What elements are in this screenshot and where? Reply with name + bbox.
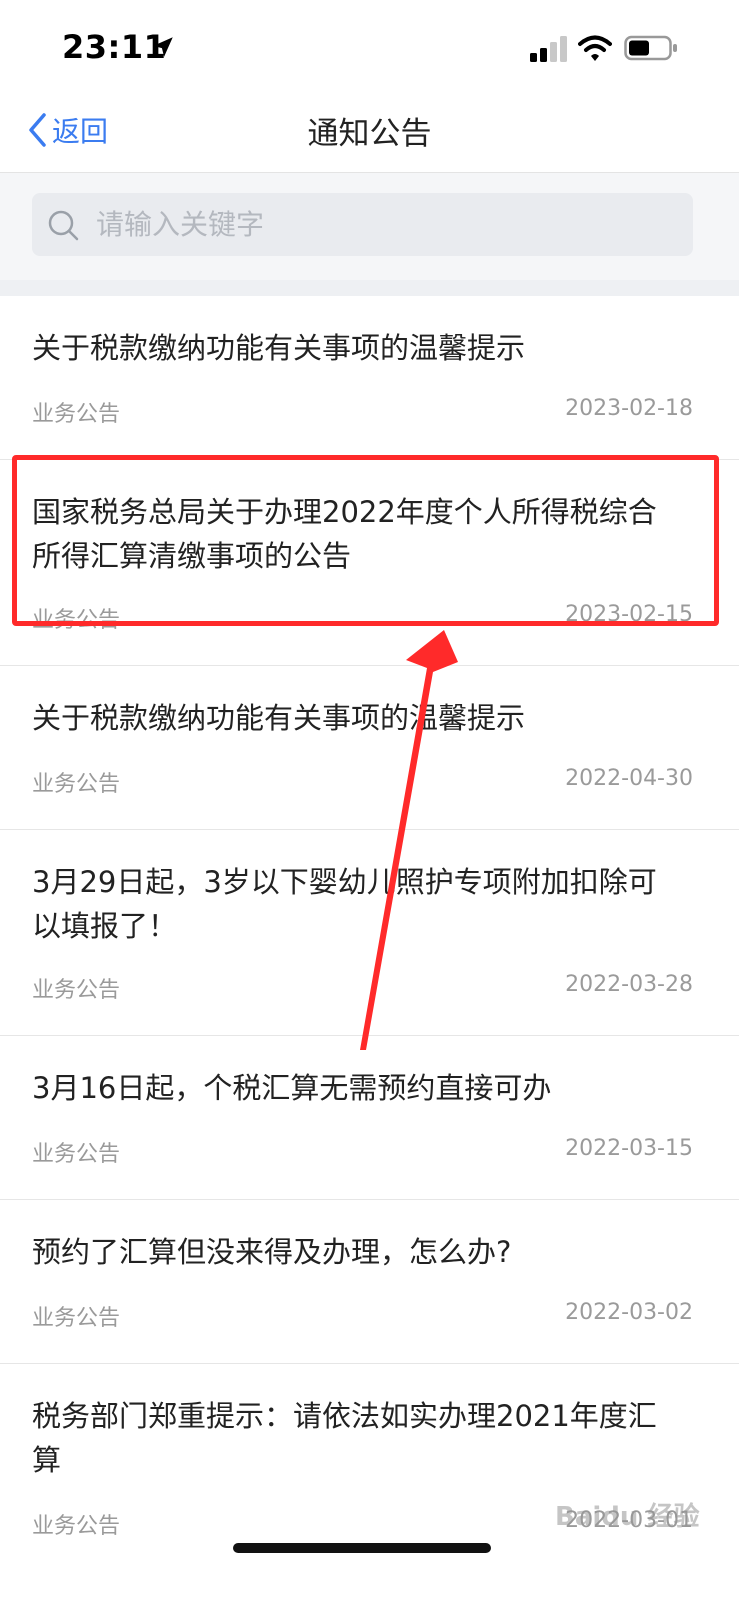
list-item[interactable]: 3月16日起，个税汇算无需预约直接可办 业务公告 2022-03-15 xyxy=(0,1036,739,1200)
notice-category: 业务公告 xyxy=(32,402,121,427)
notice-title: 3月16日起，个税汇算无需预约直接可办 xyxy=(32,1071,552,1105)
notice-title: 3月29日起，3岁以下婴幼儿照护专项附加扣除可以填报了！ xyxy=(32,865,657,943)
wifi-icon xyxy=(578,35,612,61)
list-item[interactable]: 3月29日起，3岁以下婴幼儿照护专项附加扣除可以填报了！ 业务公告 2022-0… xyxy=(0,830,739,1036)
notice-category: 业务公告 xyxy=(32,772,121,797)
status-bar: 23:11 xyxy=(0,0,739,90)
notice-category: 业务公告 xyxy=(32,608,121,633)
notice-date: 2023-02-15 xyxy=(565,602,693,627)
home-indicator[interactable] xyxy=(233,1543,491,1553)
list-item[interactable]: 关于税款缴纳功能有关事项的温馨提示 业务公告 2022-04-30 xyxy=(0,666,739,830)
list-item[interactable]: 国家税务总局关于办理2022年度个人所得税综合所得汇算清缴事项的公告 业务公告 … xyxy=(0,460,739,666)
list-item[interactable]: 税务部门郑重提示：请依法如实办理2021年度汇算 业务公告 2022-03-01 xyxy=(0,1364,739,1600)
notice-category: 业务公告 xyxy=(32,1306,121,1331)
watermark-logo: Baidu 经验 xyxy=(555,1502,700,1532)
section-divider xyxy=(0,280,739,296)
notice-date: 2022-03-15 xyxy=(565,1136,693,1161)
page-title: 通知公告 xyxy=(307,116,432,152)
list-item[interactable]: 预约了汇算但没来得及办理，怎么办? 业务公告 2022-03-02 xyxy=(0,1200,739,1364)
notice-date: 2023-02-18 xyxy=(565,396,693,421)
search-box[interactable] xyxy=(32,193,693,256)
notice-title: 关于税款缴纳功能有关事项的温馨提示 xyxy=(32,701,526,735)
notice-category: 业务公告 xyxy=(32,1142,121,1167)
search-icon xyxy=(48,210,79,240)
notice-title: 预约了汇算但没来得及办理，怎么办? xyxy=(32,1235,512,1269)
navigation-bar: 返回 通知公告 xyxy=(0,90,739,173)
notice-date: 2022-04-30 xyxy=(565,766,693,791)
notice-date: 2022-03-02 xyxy=(565,1300,693,1325)
notice-date: 2022-03-28 xyxy=(565,972,693,997)
search-input[interactable] xyxy=(94,207,658,242)
notice-category: 业务公告 xyxy=(32,978,121,1003)
location-arrow-icon xyxy=(153,37,173,57)
cellular-signal-icon xyxy=(530,36,567,62)
list-item[interactable]: 关于税款缴纳功能有关事项的温馨提示 业务公告 2023-02-18 xyxy=(0,296,739,460)
notice-page: 23:11 返回 通知公告 请输入关键字 关于税款缴纳功能有关事项的温馨提示 业… xyxy=(0,0,739,1600)
search-area xyxy=(0,173,739,280)
notice-title: 国家税务总局关于办理2022年度个人所得税综合所得汇算清缴事项的公告 xyxy=(32,495,657,573)
battery-icon xyxy=(624,35,677,61)
notice-title: 税务部门郑重提示：请依法如实办理2021年度汇算 xyxy=(32,1399,657,1477)
notice-title: 关于税款缴纳功能有关事项的温馨提示 xyxy=(32,331,526,365)
notice-category: 业务公告 xyxy=(32,1514,121,1539)
